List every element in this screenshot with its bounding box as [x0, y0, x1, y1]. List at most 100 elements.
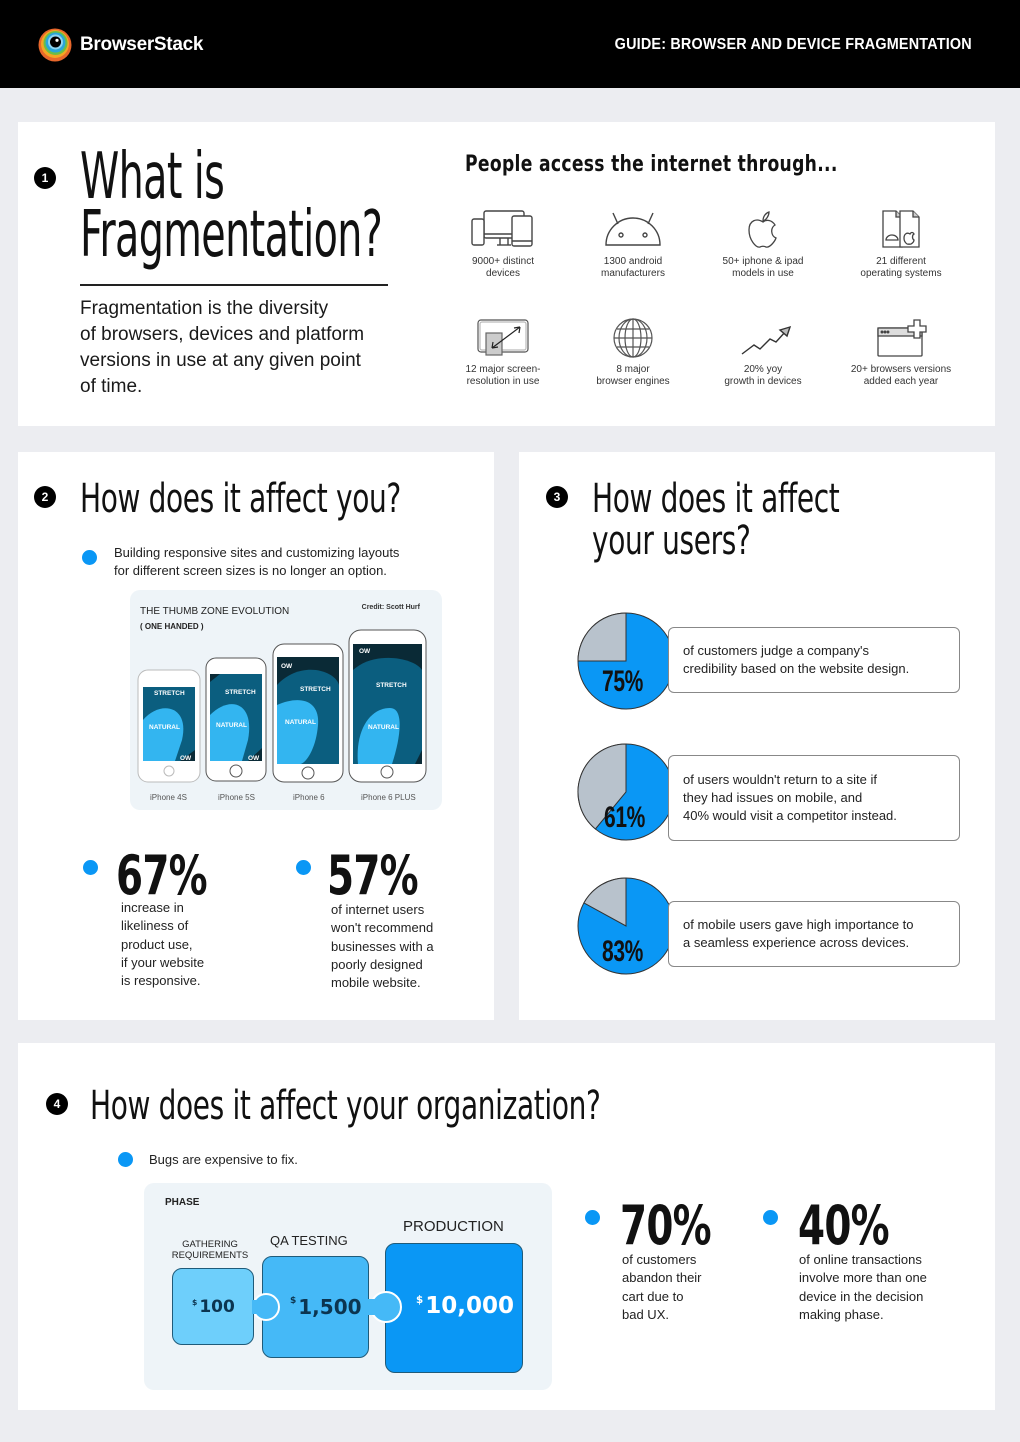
cost-production: $10,000: [416, 1293, 514, 1319]
currency-symbol: $: [416, 1294, 424, 1307]
stat-operating-systems: 21 different operating systems: [836, 210, 966, 280]
zone-label-ow: OW: [180, 755, 192, 762]
caption-line: of users wouldn't return to a site if: [683, 772, 877, 787]
browserstack-logo-icon: [38, 28, 72, 62]
growth-chart-icon: [741, 325, 792, 355]
stat-screen-resolution: 12 major screen-resolution in use: [438, 318, 568, 388]
bullet-line: Building responsive sites and customizin…: [114, 545, 400, 560]
zone-label-natural: NATURAL: [216, 722, 247, 729]
zone-label-natural: NATURAL: [149, 724, 180, 731]
fragmentation-description: Fragmentation is the diversity of browse…: [80, 296, 364, 400]
stat-label: 50+ iphone & ipad: [722, 256, 804, 267]
android-icon: [605, 212, 661, 246]
responsive-bullet-text: Building responsive sites and customizin…: [114, 544, 399, 580]
stat-label: resolution in use: [466, 376, 540, 387]
section-title-line2: Fragmentation?: [80, 198, 383, 272]
stat-browser-versions: 20+ browsers versions added each year: [836, 318, 966, 388]
stat-line: involve more than one: [799, 1270, 927, 1286]
screen-resolution-icon: [477, 319, 529, 356]
cost-qa: $1,500: [290, 1295, 362, 1319]
cost-amount: 1,500: [298, 1295, 362, 1319]
zone-label-stretch: STRETCH: [225, 689, 256, 696]
section-title: How does it affect you?: [80, 476, 401, 522]
stat-line: bad UX.: [622, 1306, 669, 1322]
apple-icon: [748, 211, 777, 248]
stat-line: if your website: [121, 954, 205, 970]
stat-label: added each year: [863, 376, 939, 387]
stat-value-67: 67%: [116, 844, 208, 907]
section-title-line1: How does it affect: [592, 476, 840, 522]
section-number-badge: 1: [34, 167, 56, 189]
caption-line: of mobile users gave high importance to: [683, 917, 914, 932]
stat-line: of customers: [622, 1252, 697, 1267]
stat-apple: 50+ iphone & ipad models in use: [698, 210, 828, 280]
phone-iphone-5s: [205, 657, 267, 782]
phase-cost-graphic: PHASE GATHERING REQUIREMENTS QA TESTING …: [144, 1183, 552, 1390]
stat-android: 1300 android manufacturers: [568, 210, 698, 280]
stat-label: 9000+ distinct: [472, 256, 534, 267]
zone-label-ow: OW: [281, 663, 293, 670]
operating-systems-icon: [882, 210, 920, 248]
section-title-line2: your users?: [592, 518, 751, 564]
stat-description: of online transactions involve more than…: [799, 1251, 927, 1324]
stat-label: devices: [486, 268, 520, 279]
section-title: How does it affect your organization?: [90, 1083, 601, 1129]
stat-line: poorly designed: [331, 956, 423, 972]
pie-label: 61%: [604, 801, 645, 834]
stat-label: 1300 android: [603, 256, 663, 267]
access-subheading: People access the internet through...: [465, 152, 838, 177]
stat-description: increase in likeliness of product use, i…: [121, 899, 204, 990]
cost-gathering: $100: [192, 1297, 235, 1317]
stat-label: manufacturers: [601, 268, 665, 279]
browser-add-icon: [877, 319, 927, 357]
phones-illustration: STRETCH NATURAL OW STRETCH NATURAL OW STRETC…: [137, 629, 427, 783]
description-line: of browsers, devices and platform: [80, 324, 365, 345]
zone-label-stretch: STRETCH: [376, 682, 407, 689]
section-what-is-fragmentation: 1 What is Fragmentation? Fragmentation i…: [18, 122, 995, 426]
section-number-badge: 3: [546, 486, 568, 508]
caption-line: credibility based on the website design.: [683, 661, 910, 676]
zone-label-ow: OW: [248, 755, 260, 762]
bullet-dot: [83, 860, 98, 875]
brand-name: BrowserStack: [80, 34, 204, 55]
devices-icon: [471, 210, 533, 247]
section-number-badge: 2: [34, 486, 56, 508]
stat-label: 20% yoy: [743, 364, 783, 375]
caption-line: 40% would visit a competitor instead.: [683, 808, 897, 823]
stat-line: increase in: [121, 900, 184, 915]
pie-caption-bubble: of users wouldn't return to a site if the…: [668, 755, 960, 841]
title-divider: [80, 284, 388, 286]
stat-line: mobile website.: [331, 975, 421, 991]
phone-label: iPhone 6: [293, 793, 325, 802]
phone-label: iPhone 5S: [218, 793, 255, 802]
bullet-dot: [82, 550, 97, 565]
cost-amount: 10,000: [425, 1293, 514, 1319]
bullet-dot: [296, 860, 311, 875]
stat-label: 21 different: [876, 256, 926, 267]
stat-line: abandon their: [622, 1270, 702, 1286]
stat-value-57: 57%: [327, 844, 419, 907]
stat-line: of internet users: [331, 902, 425, 917]
guide-title: GUIDE: BROWSER AND DEVICE FRAGMENTATION: [614, 36, 972, 53]
caption-line: they had issues on mobile, and: [683, 790, 863, 805]
stat-line: businesses with a: [331, 938, 434, 954]
thumb-zone-graphic: THE THUMB ZONE EVOLUTION ( ONE HANDED ) …: [130, 590, 442, 810]
bugs-bullet-text: Bugs are expensive to fix.: [149, 1152, 298, 1167]
zone-label-ow: OW: [359, 648, 371, 655]
caption-line: a seamless experience across devices.: [683, 935, 910, 950]
description-line: Fragmentation is the diversity: [80, 298, 329, 319]
description-line: of time.: [80, 376, 143, 397]
bullet-line: for different screen sizes is no longer …: [114, 563, 387, 578]
pie-caption-bubble: of customers judge a company's credibilit…: [668, 627, 960, 693]
stat-devices: 9000+ distinct devices: [438, 210, 568, 280]
stat-line: of online transactions: [799, 1252, 922, 1267]
puzzle-connectors: [252, 1291, 402, 1323]
stat-label: 20+ browsers versions: [850, 364, 952, 375]
stat-label: growth in devices: [724, 376, 802, 387]
stat-line: won't recommend: [331, 920, 434, 936]
bullet-dot: [118, 1152, 133, 1167]
stat-line: likeliness of: [121, 918, 189, 934]
stat-line: is responsive.: [121, 973, 201, 989]
currency-symbol: $: [290, 1295, 297, 1306]
stat-growth: 20% yoy growth in devices: [698, 318, 828, 388]
